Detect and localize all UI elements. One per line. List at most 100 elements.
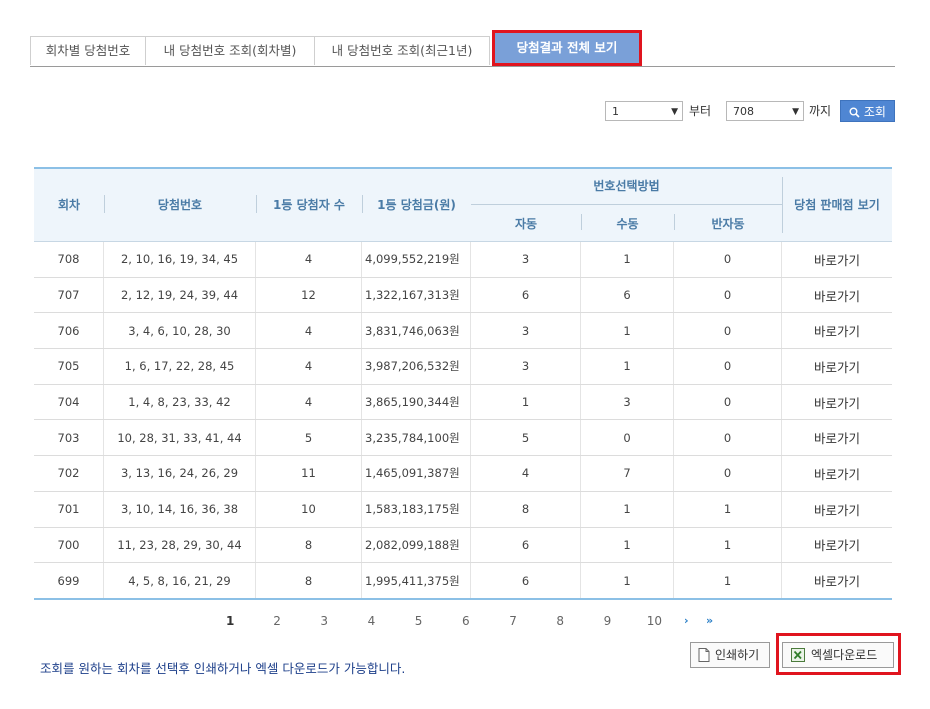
page-link[interactable]: 10	[647, 614, 662, 628]
print-button[interactable]: 인쇄하기	[690, 642, 770, 668]
page-link[interactable]: 1	[226, 614, 234, 628]
amount-cell: 2,082,099,188원	[362, 527, 471, 563]
manual-count-cell: 1	[581, 349, 674, 384]
header-manual: 수동	[616, 217, 639, 231]
auto-count-cell: 6	[471, 277, 581, 313]
from-round-select[interactable]: 1 ▼	[605, 101, 683, 121]
shop-link[interactable]: 바로가기	[782, 492, 892, 527]
document-icon	[698, 648, 710, 662]
table-body: 708 2, 10, 16, 19, 34, 45 4 4,099,552,219원 3…	[34, 242, 892, 600]
winners-cell: 10	[256, 491, 362, 527]
round-cell: 706	[34, 313, 104, 349]
search-button[interactable]: 조회	[840, 100, 895, 122]
header-winners: 1등 당첨자 수	[273, 198, 345, 212]
tab-my-numbers-recent-year[interactable]: 내 당첨번호 조회(최근1년)	[314, 36, 490, 65]
semi-auto-count-cell: 0	[674, 313, 782, 349]
amount-cell: 4,099,552,219원	[362, 242, 471, 277]
amount-cell: 3,831,746,063원	[362, 313, 471, 349]
winners-cell: 8	[256, 527, 362, 563]
semi-auto-count-cell: 0	[674, 277, 782, 313]
from-round-value: 1	[612, 105, 619, 118]
manual-count-cell: 0	[581, 420, 674, 456]
numbers-cell: 11, 23, 28, 29, 30, 44	[104, 527, 256, 563]
numbers-cell: 1, 4, 8, 23, 33, 42	[104, 384, 256, 420]
winners-cell: 4	[256, 242, 362, 277]
winners-cell: 11	[256, 456, 362, 491]
auto-count-cell: 3	[471, 242, 581, 277]
amount-cell: 3,865,190,344원	[362, 384, 471, 420]
last-page-icon[interactable]: »	[706, 614, 713, 627]
table-row: 708 2, 10, 16, 19, 34, 45 4 4,099,552,219원 3…	[34, 242, 892, 278]
semi-auto-count-cell: 1	[674, 563, 782, 598]
manual-count-cell: 3	[581, 384, 674, 420]
header-amount: 1등 당첨금(원)	[377, 198, 456, 212]
to-round-value: 708	[733, 105, 754, 118]
header-auto: 자동	[514, 217, 538, 231]
semi-auto-count-cell: 0	[674, 456, 782, 491]
auto-count-cell: 8	[471, 491, 581, 527]
search-icon	[849, 107, 860, 118]
shop-link[interactable]: 바로가기	[782, 456, 892, 491]
round-cell: 701	[34, 491, 104, 527]
tab-round-numbers[interactable]: 회차별 당첨번호	[30, 36, 146, 65]
manual-count-cell: 6	[581, 277, 674, 313]
table-row: 707 2, 12, 19, 24, 39, 44 12 1,322,167,313원…	[34, 277, 892, 314]
chevron-down-icon: ▼	[671, 107, 678, 117]
manual-count-cell: 1	[581, 242, 674, 277]
shop-link[interactable]: 바로가기	[782, 385, 892, 420]
header-round: 회차	[57, 198, 81, 212]
shop-link[interactable]: 바로가기	[782, 420, 892, 455]
tab-bar: 회차별 당첨번호 내 당첨번호 조회(회차별) 내 당첨번호 조회(최근1년) …	[30, 30, 895, 67]
page-link[interactable]: 3	[320, 614, 328, 628]
table-row: 702 3, 13, 16, 24, 26, 29 11 1,465,091,387원…	[34, 456, 892, 492]
page-link[interactable]: 7	[509, 614, 517, 628]
to-label: 까지	[809, 104, 832, 118]
chevron-down-icon: ▼	[792, 107, 799, 117]
amount-cell: 3,235,784,100원	[362, 420, 471, 456]
pagination: 1 2 3 4 5 6 7 8 9 10 › »	[0, 614, 930, 634]
excel-icon	[791, 648, 805, 662]
semi-auto-count-cell: 0	[674, 242, 782, 277]
page-link[interactable]: 2	[273, 614, 281, 628]
round-cell: 708	[34, 242, 104, 277]
auto-count-cell: 5	[471, 420, 581, 456]
numbers-cell: 2, 12, 19, 24, 39, 44	[104, 277, 256, 313]
amount-cell: 1,322,167,313원	[362, 277, 471, 313]
excel-download-button[interactable]: 엑셀다운로드	[782, 642, 894, 668]
round-cell: 702	[34, 456, 104, 491]
round-cell: 704	[34, 384, 104, 420]
header-method: 번호선택방법	[593, 179, 660, 193]
shop-link[interactable]: 바로가기	[782, 278, 892, 313]
shop-link[interactable]: 바로가기	[782, 349, 892, 384]
shop-link[interactable]: 바로가기	[782, 313, 892, 348]
amount-cell: 1,995,411,375원	[362, 563, 471, 598]
table-row: 700 11, 23, 28, 29, 30, 44 8 2,082,099,188원…	[34, 527, 892, 564]
manual-count-cell: 7	[581, 456, 674, 491]
numbers-cell: 3, 13, 16, 24, 26, 29	[104, 456, 256, 491]
table-row: 703 10, 28, 31, 33, 41, 44 5 3,235,784,100원…	[34, 420, 892, 457]
shop-link[interactable]: 바로가기	[782, 563, 892, 598]
header-shop: 당첨 판매점 보기	[794, 198, 880, 212]
semi-auto-count-cell: 0	[674, 349, 782, 384]
winners-cell: 5	[256, 420, 362, 456]
shop-link[interactable]: 바로가기	[782, 242, 892, 277]
page-link[interactable]: 9	[604, 614, 612, 628]
tab-my-numbers-by-round[interactable]: 내 당첨번호 조회(회차별)	[145, 36, 315, 65]
next-page-icon[interactable]: ›	[684, 614, 689, 627]
excel-button-label: 엑셀다운로드	[811, 648, 878, 662]
tab-all-results[interactable]: 당첨결과 전체 보기	[492, 30, 642, 66]
auto-count-cell: 6	[471, 563, 581, 598]
page-link[interactable]: 4	[368, 614, 376, 628]
round-cell: 703	[34, 420, 104, 456]
round-cell: 700	[34, 527, 104, 563]
page-link[interactable]: 6	[462, 614, 470, 628]
to-round-select[interactable]: 708 ▼	[726, 101, 804, 121]
page-link[interactable]: 5	[415, 614, 423, 628]
manual-count-cell: 1	[581, 527, 674, 563]
search-button-label: 조회	[863, 105, 886, 119]
page-link[interactable]: 8	[556, 614, 564, 628]
amount-cell: 3,987,206,532원	[362, 349, 471, 384]
shop-link[interactable]: 바로가기	[782, 528, 892, 563]
table-row: 705 1, 6, 17, 22, 28, 45 4 3,987,206,532원 3 1…	[34, 349, 892, 385]
table-row: 699 4, 5, 8, 16, 21, 29 8 1,995,411,375원 6 1 1…	[34, 563, 892, 600]
